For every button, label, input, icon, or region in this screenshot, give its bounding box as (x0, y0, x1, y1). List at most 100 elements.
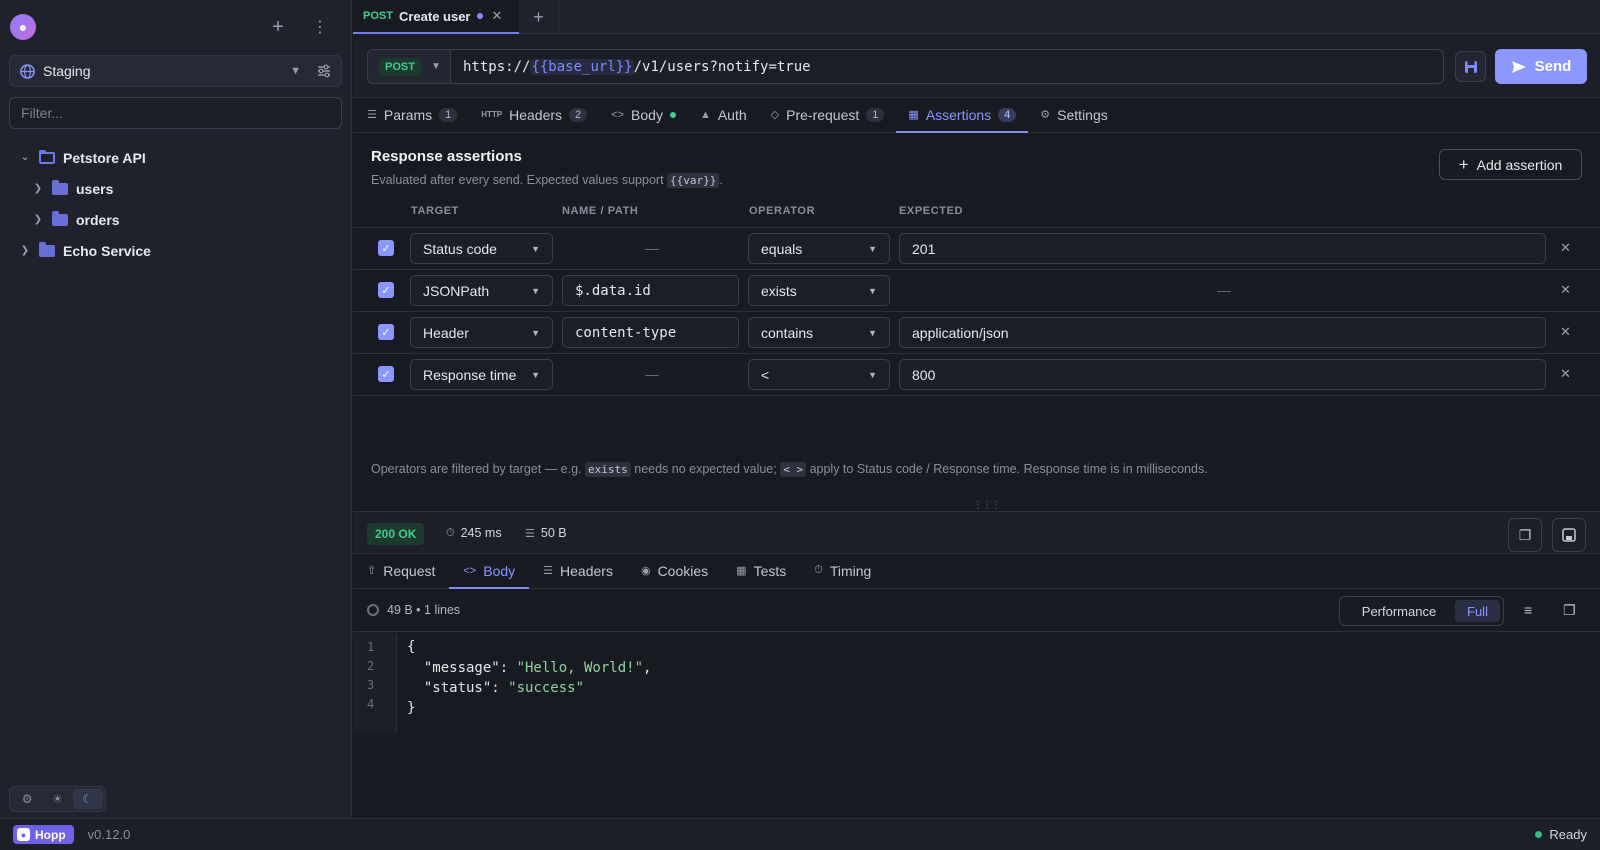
json-brace: } (407, 700, 416, 716)
close-tab-icon[interactable]: ✕ (492, 8, 503, 24)
target-select[interactable]: Response time ▼ (410, 359, 553, 390)
note-text: apply to Status code / Response time. Re… (809, 462, 1208, 476)
app-logo-icon[interactable]: ● (10, 14, 36, 40)
loading-ring-icon (367, 604, 379, 616)
remove-assertion-icon[interactable]: ✕ (1560, 324, 1571, 340)
environment-select[interactable]: Staging ▼ (9, 55, 342, 87)
resize-handle-icon[interactable]: ⋮⋮⋮ (973, 500, 1001, 511)
copy-response-button[interactable]: ❐ (1508, 518, 1542, 552)
expected-input[interactable]: 201 (899, 233, 1546, 264)
response-time-value: 245 ms (460, 526, 502, 540)
tab-response-headers[interactable]: ☰ Headers (529, 554, 627, 589)
assertion-enabled-checkbox[interactable]: ✓ (378, 366, 394, 382)
mode-full[interactable]: Full (1455, 600, 1500, 622)
tree-item-echo-service[interactable]: ❯ Echo Service (0, 235, 352, 266)
tab-cookies[interactable]: ◉ Cookies (627, 554, 722, 589)
assertion-enabled-checkbox[interactable]: ✓ (378, 282, 394, 298)
column-header-operator: OPERATOR (749, 205, 816, 217)
response-size-value: 50 B (540, 526, 567, 540)
more-vertical-icon[interactable]: ⋮ (306, 13, 334, 41)
tab-settings[interactable]: ⚙ Settings (1028, 98, 1119, 133)
operator-value: exists (761, 282, 797, 299)
environment-settings-icon[interactable] (317, 64, 331, 78)
save-request-button[interactable] (1455, 51, 1486, 82)
tab-label: Assertions (925, 106, 992, 123)
tab-params[interactable]: ☰ Params 1 (367, 98, 469, 133)
tree-item-label: users (76, 180, 114, 197)
tab-timing[interactable]: ⏱ Timing (800, 554, 885, 589)
tree-item-petstore-api[interactable]: ⌄ Petstore API (0, 142, 352, 173)
dark-theme-icon[interactable]: ☾ (72, 789, 103, 809)
tab-request[interactable]: ⇧ Request (367, 554, 449, 589)
tab-label: Settings (1057, 106, 1108, 123)
tab-pre-request[interactable]: ◇ Pre-request 1 (759, 98, 897, 133)
path-input[interactable]: $.data.id (562, 275, 739, 306)
add-assertion-button[interactable]: + Add assertion (1439, 149, 1582, 180)
remove-assertion-icon[interactable]: ✕ (1560, 366, 1571, 382)
remove-assertion-icon[interactable]: ✕ (1560, 240, 1571, 256)
target-select[interactable]: Header ▼ (410, 317, 553, 348)
add-collection-icon[interactable]: + (264, 13, 292, 41)
code-pill: < > (780, 462, 807, 477)
request-tab-method: POST (363, 10, 393, 22)
tab-headers[interactable]: HTTP Headers 2 (469, 98, 599, 133)
system-theme-icon[interactable]: ⚙ (12, 789, 42, 809)
chevron-down-icon: ▼ (531, 243, 540, 254)
column-header-path: NAME / PATH (562, 205, 639, 217)
script-icon: ◇ (770, 109, 780, 121)
count-badge: 1 (866, 107, 885, 122)
body-toolbar: 49 B • 1 lines Performance Full ≡ ❐ (353, 590, 1600, 632)
assertion-enabled-checkbox[interactable]: ✓ (378, 324, 394, 340)
tab-response-body[interactable]: <> Body (449, 554, 530, 589)
tree-item-label: Echo Service (63, 242, 151, 259)
target-select[interactable]: Status code ▼ (410, 233, 553, 264)
remove-assertion-icon[interactable]: ✕ (1560, 282, 1571, 298)
body-set-dot-icon (669, 111, 676, 118)
operator-select[interactable]: contains ▼ (748, 317, 890, 348)
tab-label: Pre-request (786, 106, 860, 123)
expected-input[interactable]: application/json (899, 317, 1546, 348)
request-tab-active[interactable]: POST Create user ✕ (353, 0, 519, 34)
wrap-lines-icon[interactable]: ≡ (1524, 602, 1532, 618)
expected-input[interactable]: 800 (899, 359, 1546, 390)
code-line: } (407, 700, 415, 716)
operator-value: contains (761, 324, 814, 341)
send-button[interactable]: Send (1495, 49, 1587, 84)
http-icon: HTTP (481, 110, 503, 119)
target-value: JSONPath (423, 282, 490, 299)
theme-switch: ⚙ ☀ ☾ (9, 786, 106, 812)
mode-performance[interactable]: Performance (1343, 600, 1455, 622)
tab-label: Timing (829, 562, 872, 579)
tree-item-orders[interactable]: ❯ orders (0, 204, 352, 235)
code-line: { (407, 639, 415, 655)
path-input[interactable]: content-type (562, 317, 739, 348)
tree-item-users[interactable]: ❯ users (0, 173, 352, 204)
operator-select[interactable]: < ▼ (748, 359, 890, 390)
tab-body[interactable]: <> Body (599, 98, 688, 133)
response-body-viewer[interactable]: 1 2 3 4 { "message": "Hello, World!", "s… (353, 633, 1600, 733)
app-badge[interactable]: ● Hopp (13, 825, 74, 844)
operator-select[interactable]: exists ▼ (748, 275, 890, 306)
body-meta: 49 B • 1 lines (367, 603, 460, 617)
tab-assertions[interactable]: ▦ Assertions 4 (896, 98, 1029, 133)
save-response-button[interactable] (1552, 518, 1586, 552)
request-tab-title: Create user (398, 8, 471, 24)
tab-tests[interactable]: ▦ Tests (722, 554, 800, 589)
tab-auth[interactable]: ▲ Auth (688, 98, 759, 133)
copy-icon[interactable]: ❐ (1563, 602, 1576, 619)
chevron-down-icon: ▼ (430, 61, 441, 72)
plus-icon: + (1458, 154, 1469, 174)
target-select[interactable]: JSONPath ▼ (410, 275, 553, 306)
new-tab-icon[interactable]: + (519, 0, 559, 34)
collection-filter-input[interactable] (9, 97, 342, 129)
operator-value: < (761, 366, 770, 383)
assertion-enabled-checkbox[interactable]: ✓ (378, 240, 394, 256)
tab-label: Headers (509, 106, 563, 123)
json-brace: { (407, 639, 416, 655)
operator-select[interactable]: equals ▼ (748, 233, 890, 264)
url-input[interactable]: https://{{base_url}}/v1/users?notify=tru… (451, 49, 1444, 84)
chevron-down-icon: ▼ (531, 285, 540, 296)
checklist-icon: ▦ (736, 565, 747, 577)
method-select[interactable]: POST ▼ (367, 49, 451, 84)
light-theme-icon[interactable]: ☀ (42, 789, 72, 809)
